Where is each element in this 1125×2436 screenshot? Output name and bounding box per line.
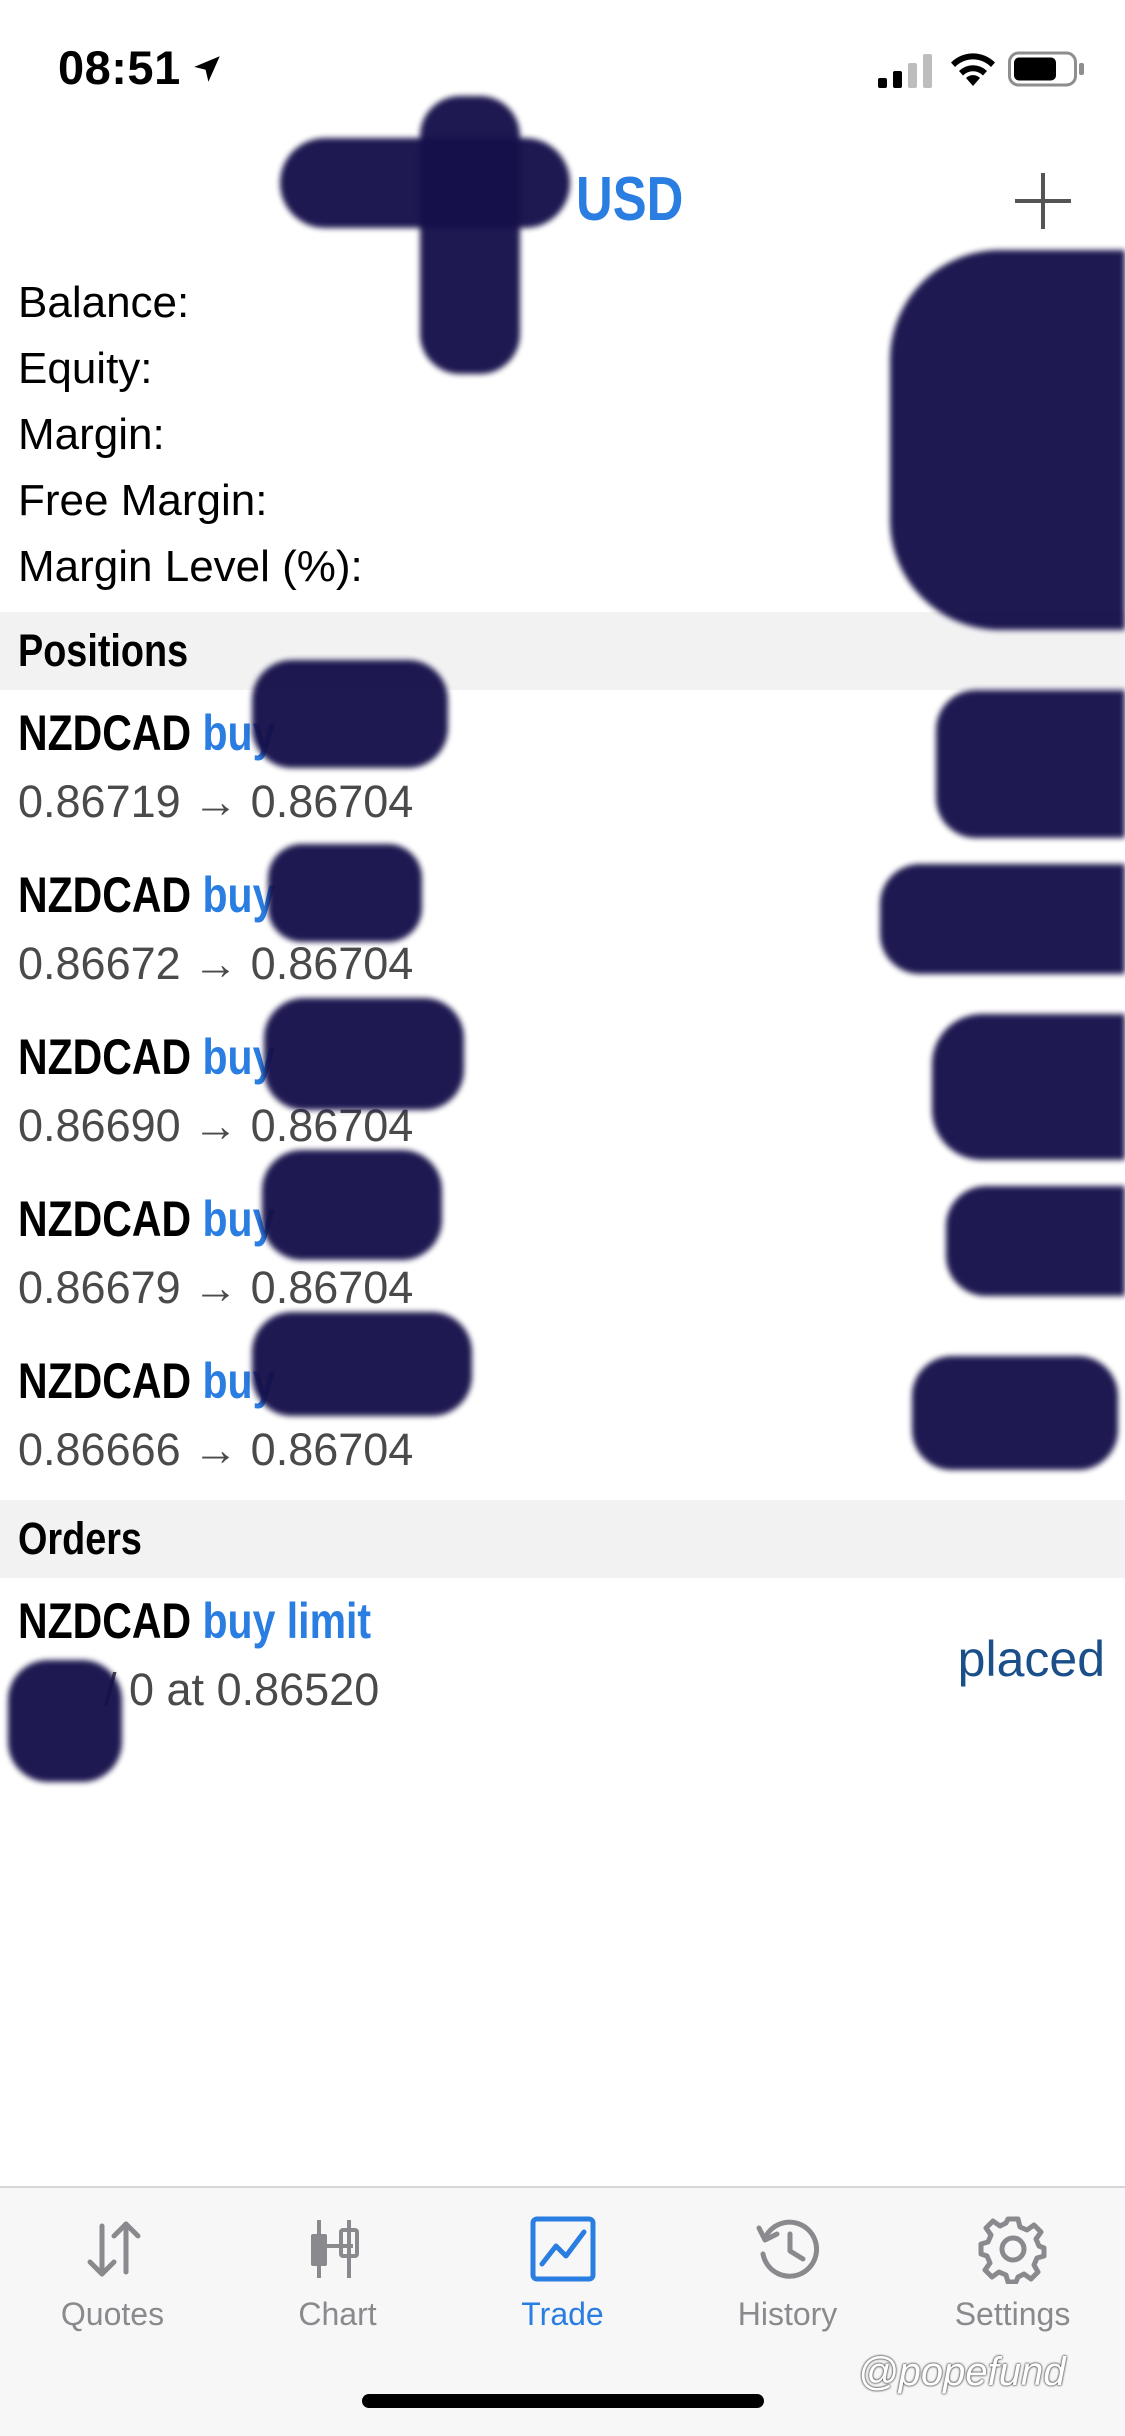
redaction-mark bbox=[264, 998, 464, 1110]
position-side: buy bbox=[202, 867, 276, 923]
redaction-mark bbox=[420, 96, 520, 374]
status-bar: 08:51 bbox=[0, 0, 1125, 132]
orders-section-header: Orders bbox=[0, 1500, 1125, 1578]
position-symbol: NZDCAD bbox=[18, 867, 192, 923]
redaction-mark bbox=[946, 1186, 1125, 1296]
tab-quotes[interactable]: Quotes bbox=[0, 2188, 225, 2368]
position-prices: 0.86679 → 0.86704 bbox=[18, 1262, 414, 1313]
gear-icon bbox=[978, 2216, 1047, 2284]
redaction-mark bbox=[912, 1356, 1118, 1470]
redaction-mark bbox=[880, 864, 1125, 974]
tab-chart-label: Chart bbox=[298, 2296, 377, 2332]
chart-icon bbox=[311, 2220, 359, 2278]
tab-quotes-label: Quotes bbox=[60, 2296, 165, 2332]
position-symbol: NZDCAD bbox=[18, 1353, 192, 1409]
redaction-mark bbox=[262, 1150, 442, 1260]
tab-settings[interactable]: Settings bbox=[900, 2188, 1125, 2368]
tab-settings-label: Settings bbox=[954, 2296, 1071, 2332]
position-symbol: NZDCAD bbox=[18, 705, 192, 761]
trade-icon bbox=[530, 2216, 596, 2282]
redaction-mark bbox=[252, 1312, 472, 1416]
positions-section-header: Positions bbox=[0, 612, 1125, 690]
cellular-signal-icon bbox=[878, 54, 932, 88]
home-indicator[interactable] bbox=[362, 2394, 764, 2408]
redaction-mark bbox=[268, 844, 422, 942]
order-row[interactable]: NZDCAD buy limit / 0 at 0.86520 placed bbox=[0, 1578, 1125, 1748]
account-currency[interactable]: USD bbox=[576, 150, 683, 250]
watermark: @popefund bbox=[858, 2350, 1066, 2394]
screen: 08:51 USD Balance: Equity: Margin: Free … bbox=[0, 0, 1125, 2436]
position-symbol: NZDCAD bbox=[18, 1029, 192, 1085]
position-prices: 0.86666 → 0.86704 bbox=[18, 1424, 414, 1475]
order-side: buy limit bbox=[202, 1593, 372, 1649]
history-icon bbox=[756, 2219, 820, 2279]
redaction-mark bbox=[252, 660, 448, 768]
redaction-mark bbox=[936, 690, 1125, 838]
order-details: / 0 at 0.86520 bbox=[104, 1664, 380, 1715]
status-time: 08:51 bbox=[58, 41, 181, 94]
add-order-button[interactable] bbox=[1010, 168, 1076, 234]
quotes-icon bbox=[87, 2221, 141, 2277]
redaction-mark bbox=[932, 1014, 1125, 1160]
position-prices: 0.86719 → 0.86704 bbox=[18, 776, 414, 827]
battery-icon bbox=[1008, 51, 1084, 87]
tab-trade[interactable]: Trade bbox=[450, 2188, 675, 2368]
position-symbol: NZDCAD bbox=[18, 1191, 192, 1247]
location-arrow-icon bbox=[194, 56, 220, 82]
tab-history[interactable]: History bbox=[675, 2188, 900, 2368]
redaction-mark bbox=[8, 1660, 122, 1782]
redaction-mark bbox=[890, 250, 1125, 630]
wifi-icon bbox=[951, 53, 995, 86]
tab-chart[interactable]: Chart bbox=[225, 2188, 450, 2368]
order-status: placed bbox=[957, 1631, 1105, 1687]
tab-history-label: History bbox=[737, 2296, 838, 2332]
position-prices: 0.86672 → 0.86704 bbox=[18, 938, 414, 989]
order-symbol: NZDCAD bbox=[18, 1593, 192, 1649]
tab-trade-label: Trade bbox=[521, 2296, 604, 2332]
